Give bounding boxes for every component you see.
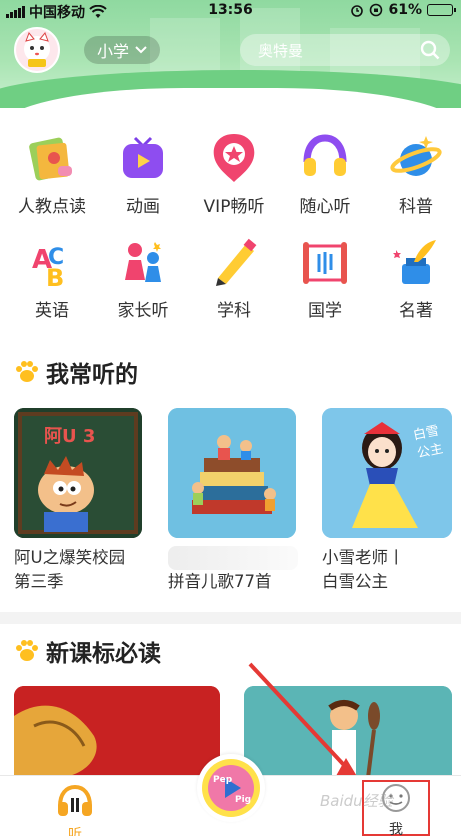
album-title-line1 <box>168 546 298 570</box>
section-title-text: 新课标必读 <box>46 641 161 667</box>
category-listen-free[interactable]: 随心听 <box>279 128 371 217</box>
grade-dropdown[interactable]: 小学 <box>84 36 160 64</box>
album-card[interactable] <box>168 408 296 538</box>
category-label: 家长听 <box>117 301 169 321</box>
album-title-line2: 白雪公主 <box>322 572 388 591</box>
svg-text:Pig: Pig <box>235 795 251 805</box>
category-vip[interactable]: VIP畅听 <box>188 128 280 217</box>
abc-letters-icon: ACB <box>32 245 64 290</box>
vip-star-badge-icon <box>213 134 255 182</box>
watermark: Baidu经验 <box>320 792 393 810</box>
grade-label: 小学 <box>96 42 129 61</box>
section-title-text: 我常听的 <box>46 362 138 388</box>
album-title[interactable]: 拼音儿歌77首 <box>168 546 303 594</box>
album-title-line2: 拼音儿歌77首 <box>168 572 272 591</box>
tv-play-icon <box>123 136 163 178</box>
search-placeholder: 奥特曼 <box>258 42 304 60</box>
category-label: 人教点读 <box>18 197 86 217</box>
tab-label: 听 <box>68 827 82 836</box>
category-label: 科普 <box>399 197 433 217</box>
category-label: VIP畅听 <box>203 197 265 217</box>
album-cover-image <box>14 686 220 778</box>
category-label: 学科 <box>217 301 251 321</box>
category-label: 国学 <box>308 301 342 321</box>
tab-listen[interactable]: 听 <box>50 784 100 836</box>
section-title-frequent: 我常听的 <box>14 355 138 389</box>
orientation-lock-icon <box>370 3 383 17</box>
paw-icon <box>16 361 38 382</box>
peppa-pig-logo-icon: Pep Pig <box>202 759 260 817</box>
svg-text:Pep: Pep <box>213 775 233 785</box>
album-card[interactable] <box>14 686 220 778</box>
battery-percent: 61% <box>388 2 422 18</box>
battery-icon <box>427 4 456 16</box>
album-title[interactable]: 阿U之爆笑校园 第三季 <box>14 546 149 594</box>
category-guoxue[interactable]: 国学 <box>279 232 371 321</box>
album-title-line1: 阿U之爆笑校园 <box>14 548 126 567</box>
category-parents[interactable]: 家长听 <box>97 232 189 321</box>
section-title-curriculum: 新课标必读 <box>14 634 161 668</box>
album-card[interactable]: 阿U 3 <box>14 408 142 538</box>
tab-label: 我 <box>389 822 403 836</box>
headphones-icon <box>303 134 347 176</box>
album-title-line1: 小雪老师丨 <box>322 548 405 567</box>
category-classics[interactable]: 名著 <box>370 232 461 321</box>
textbook-read-icon <box>29 137 72 181</box>
album-cover-image: 阿U 3 <box>14 408 142 538</box>
alarm-icon <box>351 5 364 17</box>
category-animation[interactable]: 动画 <box>97 128 189 217</box>
category-label: 动画 <box>126 197 160 217</box>
section-divider <box>0 612 461 624</box>
planet-icon <box>390 136 442 176</box>
album-title-line2: 第三季 <box>14 572 64 591</box>
status-bar: 中国移动 13:56 61% <box>0 0 461 22</box>
headphones-icon <box>58 784 92 816</box>
chevron-down-icon <box>135 46 147 54</box>
category-subjects[interactable]: 学科 <box>188 232 280 321</box>
album-cover-image <box>168 408 296 538</box>
ink-quill-icon <box>393 240 436 284</box>
svg-text:B: B <box>46 264 64 290</box>
paw-icon <box>16 640 38 661</box>
album-card[interactable]: 白雪 公主 <box>322 408 452 538</box>
cat-avatar-icon <box>16 29 58 71</box>
family-icon <box>125 242 161 282</box>
search-input[interactable]: 奥特曼 <box>240 34 450 66</box>
category-label: 英语 <box>35 301 69 321</box>
pencil-icon <box>216 238 257 286</box>
category-label: 名著 <box>399 301 433 321</box>
avatar[interactable] <box>14 27 60 73</box>
category-label: 随心听 <box>299 197 351 217</box>
search-icon[interactable] <box>420 40 440 60</box>
category-renjiao[interactable]: 人教点读 <box>6 128 98 217</box>
category-science[interactable]: 科普 <box>370 128 461 217</box>
play-button[interactable]: Pep Pig <box>197 754 265 822</box>
svg-text:阿U 3: 阿U 3 <box>44 426 95 447</box>
category-english[interactable]: ACB 英语 <box>6 232 98 321</box>
album-title[interactable]: 小雪老师丨 白雪公主 <box>322 546 457 594</box>
scroll-icon <box>303 242 347 284</box>
album-cover-image: 白雪 公主 <box>322 408 452 538</box>
